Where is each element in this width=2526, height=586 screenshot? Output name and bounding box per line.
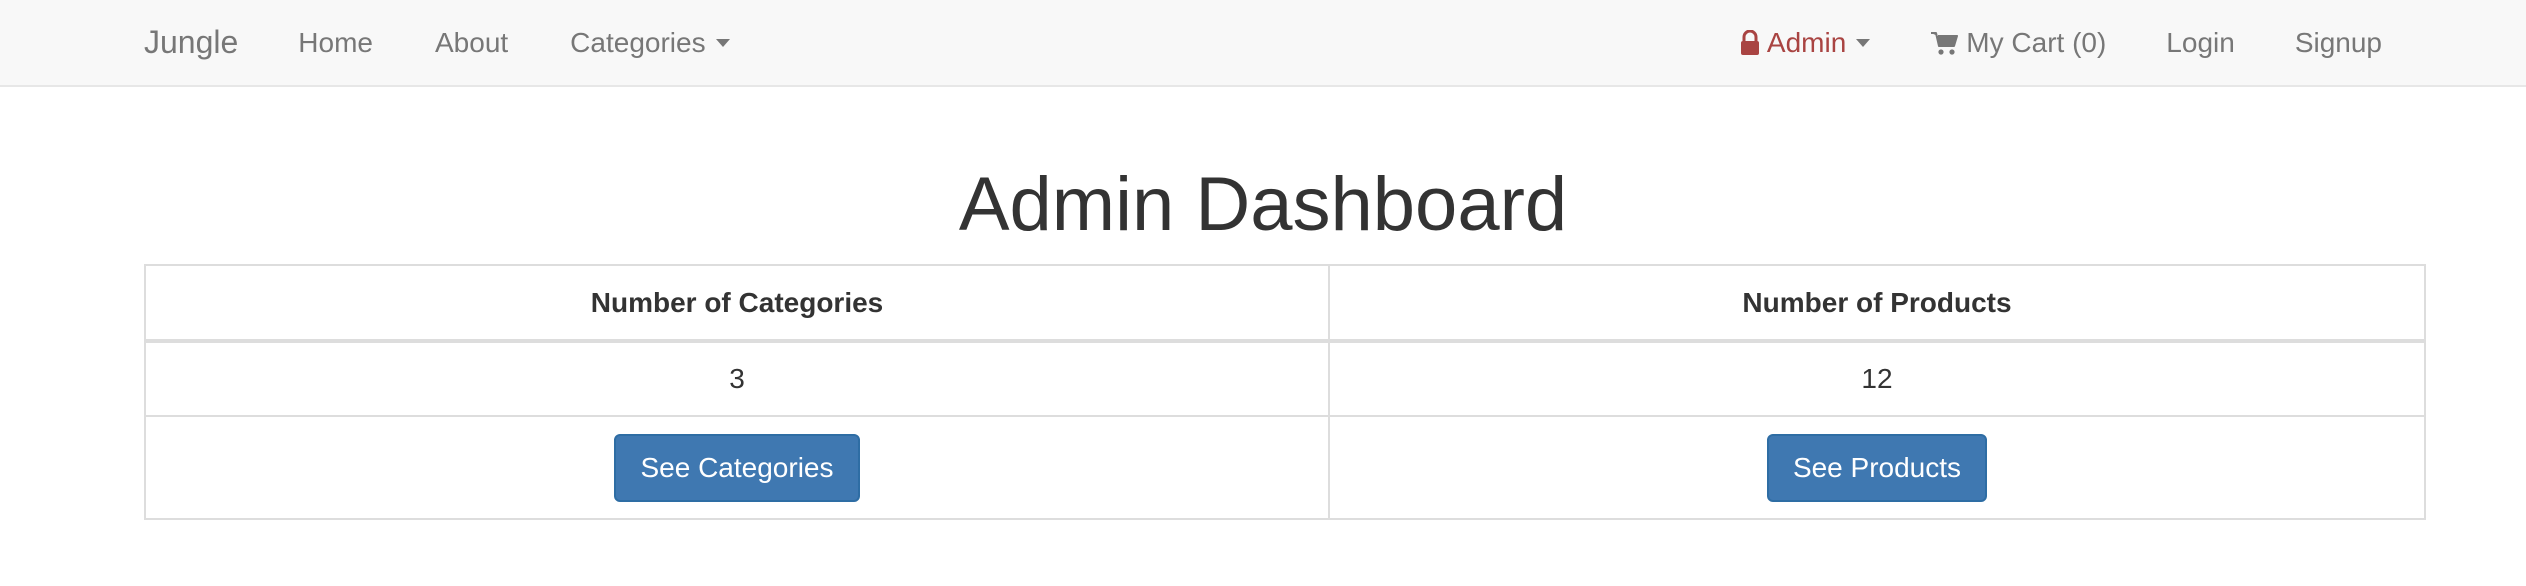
admin-dropdown-label: Admin	[1766, 26, 1847, 58]
lock-icon	[1740, 29, 1759, 55]
products-count: 12	[1328, 340, 2426, 417]
categories-dropdown[interactable]: Categories	[570, 26, 730, 59]
caret-down-icon	[715, 38, 730, 47]
categories-count: 3	[144, 340, 1330, 417]
header-number-of-products: Number of Products	[1328, 264, 2426, 343]
nav-right-group: Admin My Cart (0) Login Signup	[1739, 27, 2382, 59]
top-navbar: Jungle Home About Categories Admin My Ca…	[0, 0, 2526, 87]
page-title: Admin Dashboard	[958, 162, 1568, 247]
table-row: See Categories See Products	[144, 415, 2426, 520]
see-products-button[interactable]: See Products	[1766, 433, 1988, 502]
navbar-container: Jungle Home About Categories Admin My Ca…	[144, 0, 2382, 85]
see-categories-button[interactable]: See Categories	[614, 433, 860, 502]
signup-link[interactable]: Signup	[2295, 27, 2382, 59]
header-number-of-categories: Number of Categories	[144, 264, 1330, 343]
table-header-row: Number of Categories Number of Products	[144, 264, 2426, 343]
categories-button-cell: See Categories	[144, 415, 1330, 520]
cart-link-label: My Cart (0)	[1966, 26, 2107, 58]
dashboard-table: Number of Categories Number of Products …	[144, 264, 2426, 520]
caret-down-icon	[1856, 38, 1871, 47]
nav-home-link[interactable]: Home	[298, 27, 373, 59]
products-button-cell: See Products	[1328, 415, 2426, 520]
table-row: 3 12	[144, 340, 2426, 417]
brand-link[interactable]: Jungle	[144, 24, 238, 61]
nav-left-group: Home About Categories	[298, 27, 791, 59]
admin-dropdown[interactable]: Admin	[1739, 26, 1871, 59]
cart-link[interactable]: My Cart (0)	[1930, 27, 2106, 59]
categories-dropdown-label: Categories	[570, 26, 706, 58]
shopping-cart-icon	[1931, 31, 1959, 55]
login-link[interactable]: Login	[2166, 27, 2235, 59]
nav-about-link[interactable]: About	[435, 27, 508, 59]
